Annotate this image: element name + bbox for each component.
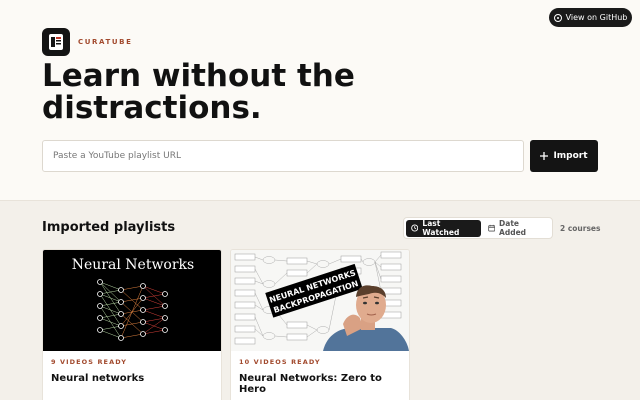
videos-ready-badge: 9 VIDEOS READY: [51, 358, 128, 366]
section-title: Imported playlists: [42, 220, 176, 235]
sort-toggle: Last Watched Date Added: [403, 217, 553, 239]
playlist-card[interactable]: Neural Networks 9 VIDEOS READY Neural ne…: [42, 249, 222, 400]
hero-line-1: Learn without the: [42, 58, 355, 94]
import-button[interactable]: Import: [530, 140, 598, 172]
plus-icon: [540, 152, 549, 160]
github-label: View on GitHub: [565, 13, 628, 22]
playlist-thumbnail: Neural Networks: [43, 250, 221, 351]
hero-line-2: distractions.: [42, 90, 262, 126]
playlist-title: Neural networks: [51, 373, 145, 384]
sort-last-watched-label: Last Watched: [422, 219, 460, 237]
brand-name: CURATUBE: [78, 38, 133, 46]
thumbnail-title: Neural Networks: [72, 257, 194, 273]
brand: CURATUBE: [42, 28, 132, 56]
hero-heading: Learn without the distractions.: [42, 60, 482, 124]
import-label: Import: [553, 151, 588, 161]
clock-icon: [411, 224, 419, 232]
github-icon: [553, 13, 562, 22]
sort-last-watched-button[interactable]: Last Watched: [406, 219, 481, 237]
playlist-url-input[interactable]: [42, 140, 524, 172]
playlist-title: Neural Networks: Zero to Hero: [239, 373, 382, 395]
playlist-thumbnail: NEURAL NETWORKS BACKPROPAGATION: [231, 250, 409, 351]
course-count: 2 courses: [560, 224, 601, 233]
sort-date-added-label: Date Added: [499, 219, 527, 237]
view-on-github-button[interactable]: View on GitHub: [549, 8, 632, 27]
calendar-icon: [487, 224, 495, 232]
curatube-logo-icon: [42, 28, 70, 56]
videos-ready-badge: 10 VIDEOS READY: [239, 358, 321, 366]
playlist-card[interactable]: NEURAL NETWORKS BACKPROPAGATION 10 VIDEO…: [230, 249, 410, 400]
sort-date-added-button[interactable]: Date Added: [483, 219, 550, 237]
